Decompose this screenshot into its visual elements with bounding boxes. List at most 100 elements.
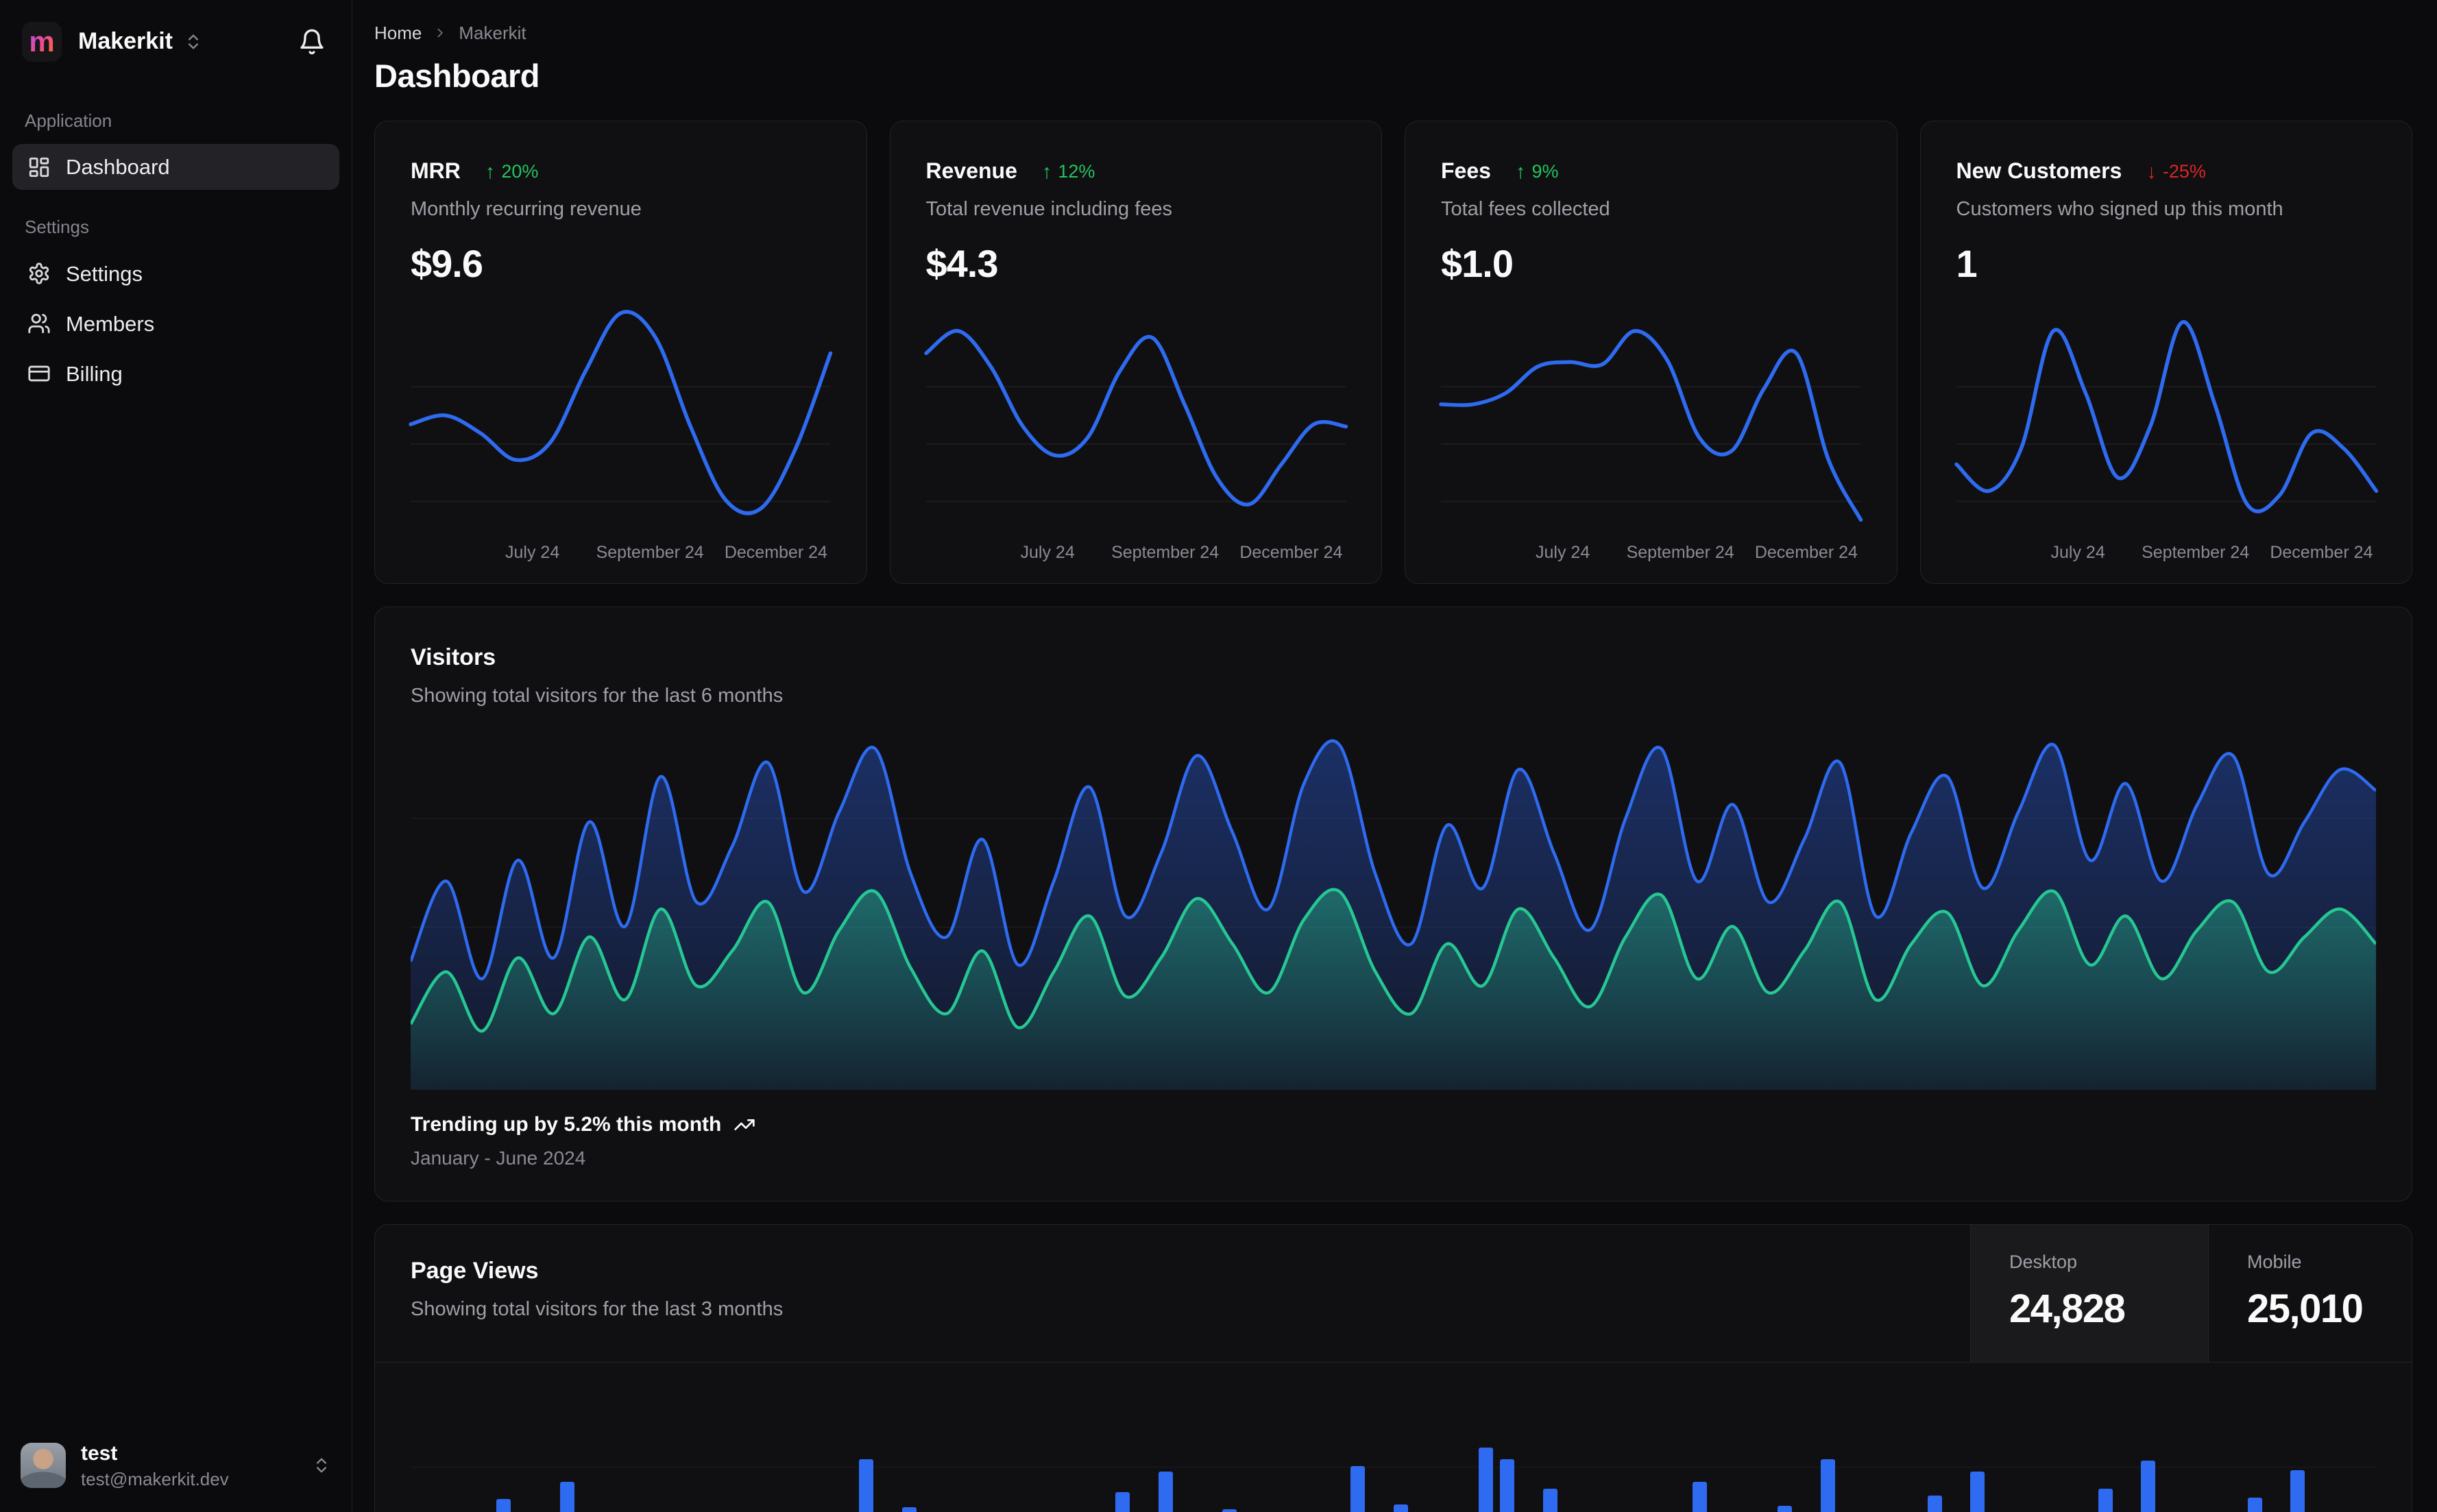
bar bbox=[1393, 1504, 1408, 1512]
toggle-mobile-label: Mobile bbox=[2247, 1252, 2302, 1273]
trend-value: -25% bbox=[2162, 161, 2206, 182]
stat-card-new-customers: New Customers ↓ -25% Customers who signe… bbox=[1919, 120, 2412, 584]
mrr-sparkline-chart bbox=[409, 310, 833, 516]
visitors-period: January - June 2024 bbox=[411, 1147, 586, 1169]
breadcrumb-current: Makerkit bbox=[459, 23, 526, 43]
stat-card-fees: Fees ↑ 9% Total fees collected $1.0 July… bbox=[1405, 120, 1898, 584]
trending-up-icon bbox=[733, 1114, 755, 1136]
visitors-footer: Trending up by 5.2% this month January -… bbox=[411, 1110, 2376, 1171]
stat-value: $1.0 bbox=[1441, 242, 1514, 286]
bar bbox=[2141, 1460, 2156, 1512]
stat-value: $9.6 bbox=[411, 242, 483, 286]
breadcrumb-home[interactable]: Home bbox=[374, 21, 422, 45]
sidebar-header: m Makerkit bbox=[12, 18, 339, 66]
user-menu[interactable]: test test@makerkit.dev bbox=[12, 1435, 339, 1497]
bar bbox=[1927, 1495, 1942, 1512]
bar bbox=[1500, 1459, 1515, 1512]
bar bbox=[1158, 1471, 1173, 1512]
bar bbox=[859, 1459, 874, 1512]
x-tick: December 24 bbox=[1754, 542, 1858, 562]
trend-value: 20% bbox=[501, 161, 539, 182]
fees-sparkline-chart bbox=[1439, 329, 1863, 522]
arrow-down-icon: ↓ bbox=[2146, 160, 2157, 183]
visitors-trend-text: Trending up by 5.2% this month bbox=[411, 1113, 722, 1136]
page-title: Dashboard bbox=[374, 58, 540, 95]
trend-value: 12% bbox=[1058, 161, 1095, 182]
arrow-up-icon: ↑ bbox=[1041, 160, 1052, 183]
users-icon bbox=[27, 312, 51, 335]
bar bbox=[1969, 1471, 1985, 1512]
x-tick: September 24 bbox=[1111, 542, 1220, 562]
stat-value: $4.3 bbox=[925, 242, 999, 286]
new-customers-sparkline-chart bbox=[1954, 320, 2378, 514]
toggle-desktop[interactable]: Desktop 24,828 bbox=[1970, 1224, 2208, 1362]
trend-badge: ↑ 9% bbox=[1516, 158, 1559, 186]
arrow-up-icon: ↑ bbox=[485, 160, 496, 183]
credit-card-icon bbox=[27, 362, 51, 385]
visitors-title: Visitors bbox=[411, 644, 496, 670]
toggle-mobile[interactable]: Mobile 25,010 bbox=[2208, 1224, 2412, 1362]
notifications-button[interactable] bbox=[294, 24, 330, 60]
brand-logo: m bbox=[22, 22, 62, 62]
bar bbox=[1222, 1509, 1237, 1512]
bar bbox=[496, 1498, 511, 1512]
chevrons-up-down-icon bbox=[312, 1456, 331, 1475]
toggle-mobile-value: 25,010 bbox=[2247, 1286, 2364, 1331]
app-root: m Makerkit Application Dashboard Setting… bbox=[0, 0, 2437, 1512]
trend-badge: ↓ -25% bbox=[2146, 158, 2206, 186]
user-name: test bbox=[81, 1441, 118, 1465]
workspace-switcher[interactable]: m Makerkit bbox=[22, 22, 203, 62]
bar bbox=[2290, 1470, 2305, 1512]
stat-card-mrr: MRR ↑ 20% Monthly recurring revenue $9.6… bbox=[374, 120, 867, 584]
sidebar-item-settings[interactable]: Settings bbox=[12, 251, 339, 297]
bar bbox=[1778, 1505, 1793, 1512]
arrow-up-icon: ↑ bbox=[1515, 160, 1526, 183]
sidebar-item-label: Billing bbox=[66, 361, 123, 386]
x-tick: September 24 bbox=[2142, 542, 2250, 562]
brand-logo-letter: m bbox=[29, 22, 54, 62]
sidebar-item-billing[interactable]: Billing bbox=[12, 351, 339, 397]
sidebar-item-label: Settings bbox=[66, 261, 143, 286]
brand-name: Makerkit bbox=[78, 28, 173, 55]
page-views-card: Page Views Showing total visitors for th… bbox=[374, 1223, 2412, 1512]
bar bbox=[1692, 1481, 1707, 1512]
page-views-bar-chart bbox=[411, 1365, 2376, 1512]
bar bbox=[1115, 1491, 1130, 1512]
x-tick: September 24 bbox=[1626, 542, 1734, 562]
sidebar-item-label: Members bbox=[66, 311, 155, 336]
spark-x-axis: July 24 September 24 December 24 bbox=[1441, 541, 1861, 565]
page-views-title: Page Views bbox=[411, 1257, 539, 1284]
revenue-sparkline-chart bbox=[923, 329, 1348, 507]
breadcrumb: Home Makerkit bbox=[374, 21, 2412, 45]
sidebar-item-members[interactable]: Members bbox=[12, 301, 339, 347]
stat-cards-row: MRR ↑ 20% Monthly recurring revenue $9.6… bbox=[374, 120, 2412, 584]
x-tick: December 24 bbox=[1239, 542, 1343, 562]
stat-subtitle: Customers who signed up this month bbox=[1956, 198, 2283, 221]
bell-icon bbox=[300, 29, 324, 55]
visitors-area-chart bbox=[411, 739, 2376, 1090]
x-tick: July 24 bbox=[2050, 542, 2105, 562]
bar bbox=[1479, 1447, 1494, 1512]
x-tick: December 24 bbox=[2270, 542, 2373, 562]
sidebar-item-dashboard[interactable]: Dashboard bbox=[12, 144, 339, 191]
spark-x-axis: July 24 September 24 December 24 bbox=[926, 541, 1346, 565]
spark-x-axis: July 24 September 24 December 24 bbox=[1956, 541, 2377, 565]
stat-value: 1 bbox=[1956, 242, 1978, 286]
bar bbox=[2098, 1488, 2113, 1512]
page-views-subtitle: Showing total visitors for the last 3 mo… bbox=[411, 1298, 784, 1321]
gear-icon bbox=[27, 262, 51, 285]
bar bbox=[1542, 1488, 1557, 1512]
bar bbox=[1820, 1459, 1835, 1512]
sidebar-section-settings: Settings bbox=[25, 217, 89, 238]
chevrons-up-down-icon bbox=[184, 32, 203, 51]
visitors-card: Visitors Showing total visitors for the … bbox=[374, 606, 2412, 1202]
stat-title: New Customers bbox=[1956, 158, 2122, 183]
user-email: test@makerkit.dev bbox=[81, 1468, 229, 1489]
x-tick: July 24 bbox=[505, 542, 560, 562]
user-avatar bbox=[21, 1443, 66, 1489]
dashboard-icon bbox=[27, 156, 51, 179]
bar bbox=[560, 1481, 575, 1512]
trend-badge: ↑ 20% bbox=[485, 158, 539, 186]
toggle-desktop-label: Desktop bbox=[2009, 1252, 2078, 1273]
sidebar: m Makerkit Application Dashboard Setting… bbox=[0, 0, 352, 1512]
